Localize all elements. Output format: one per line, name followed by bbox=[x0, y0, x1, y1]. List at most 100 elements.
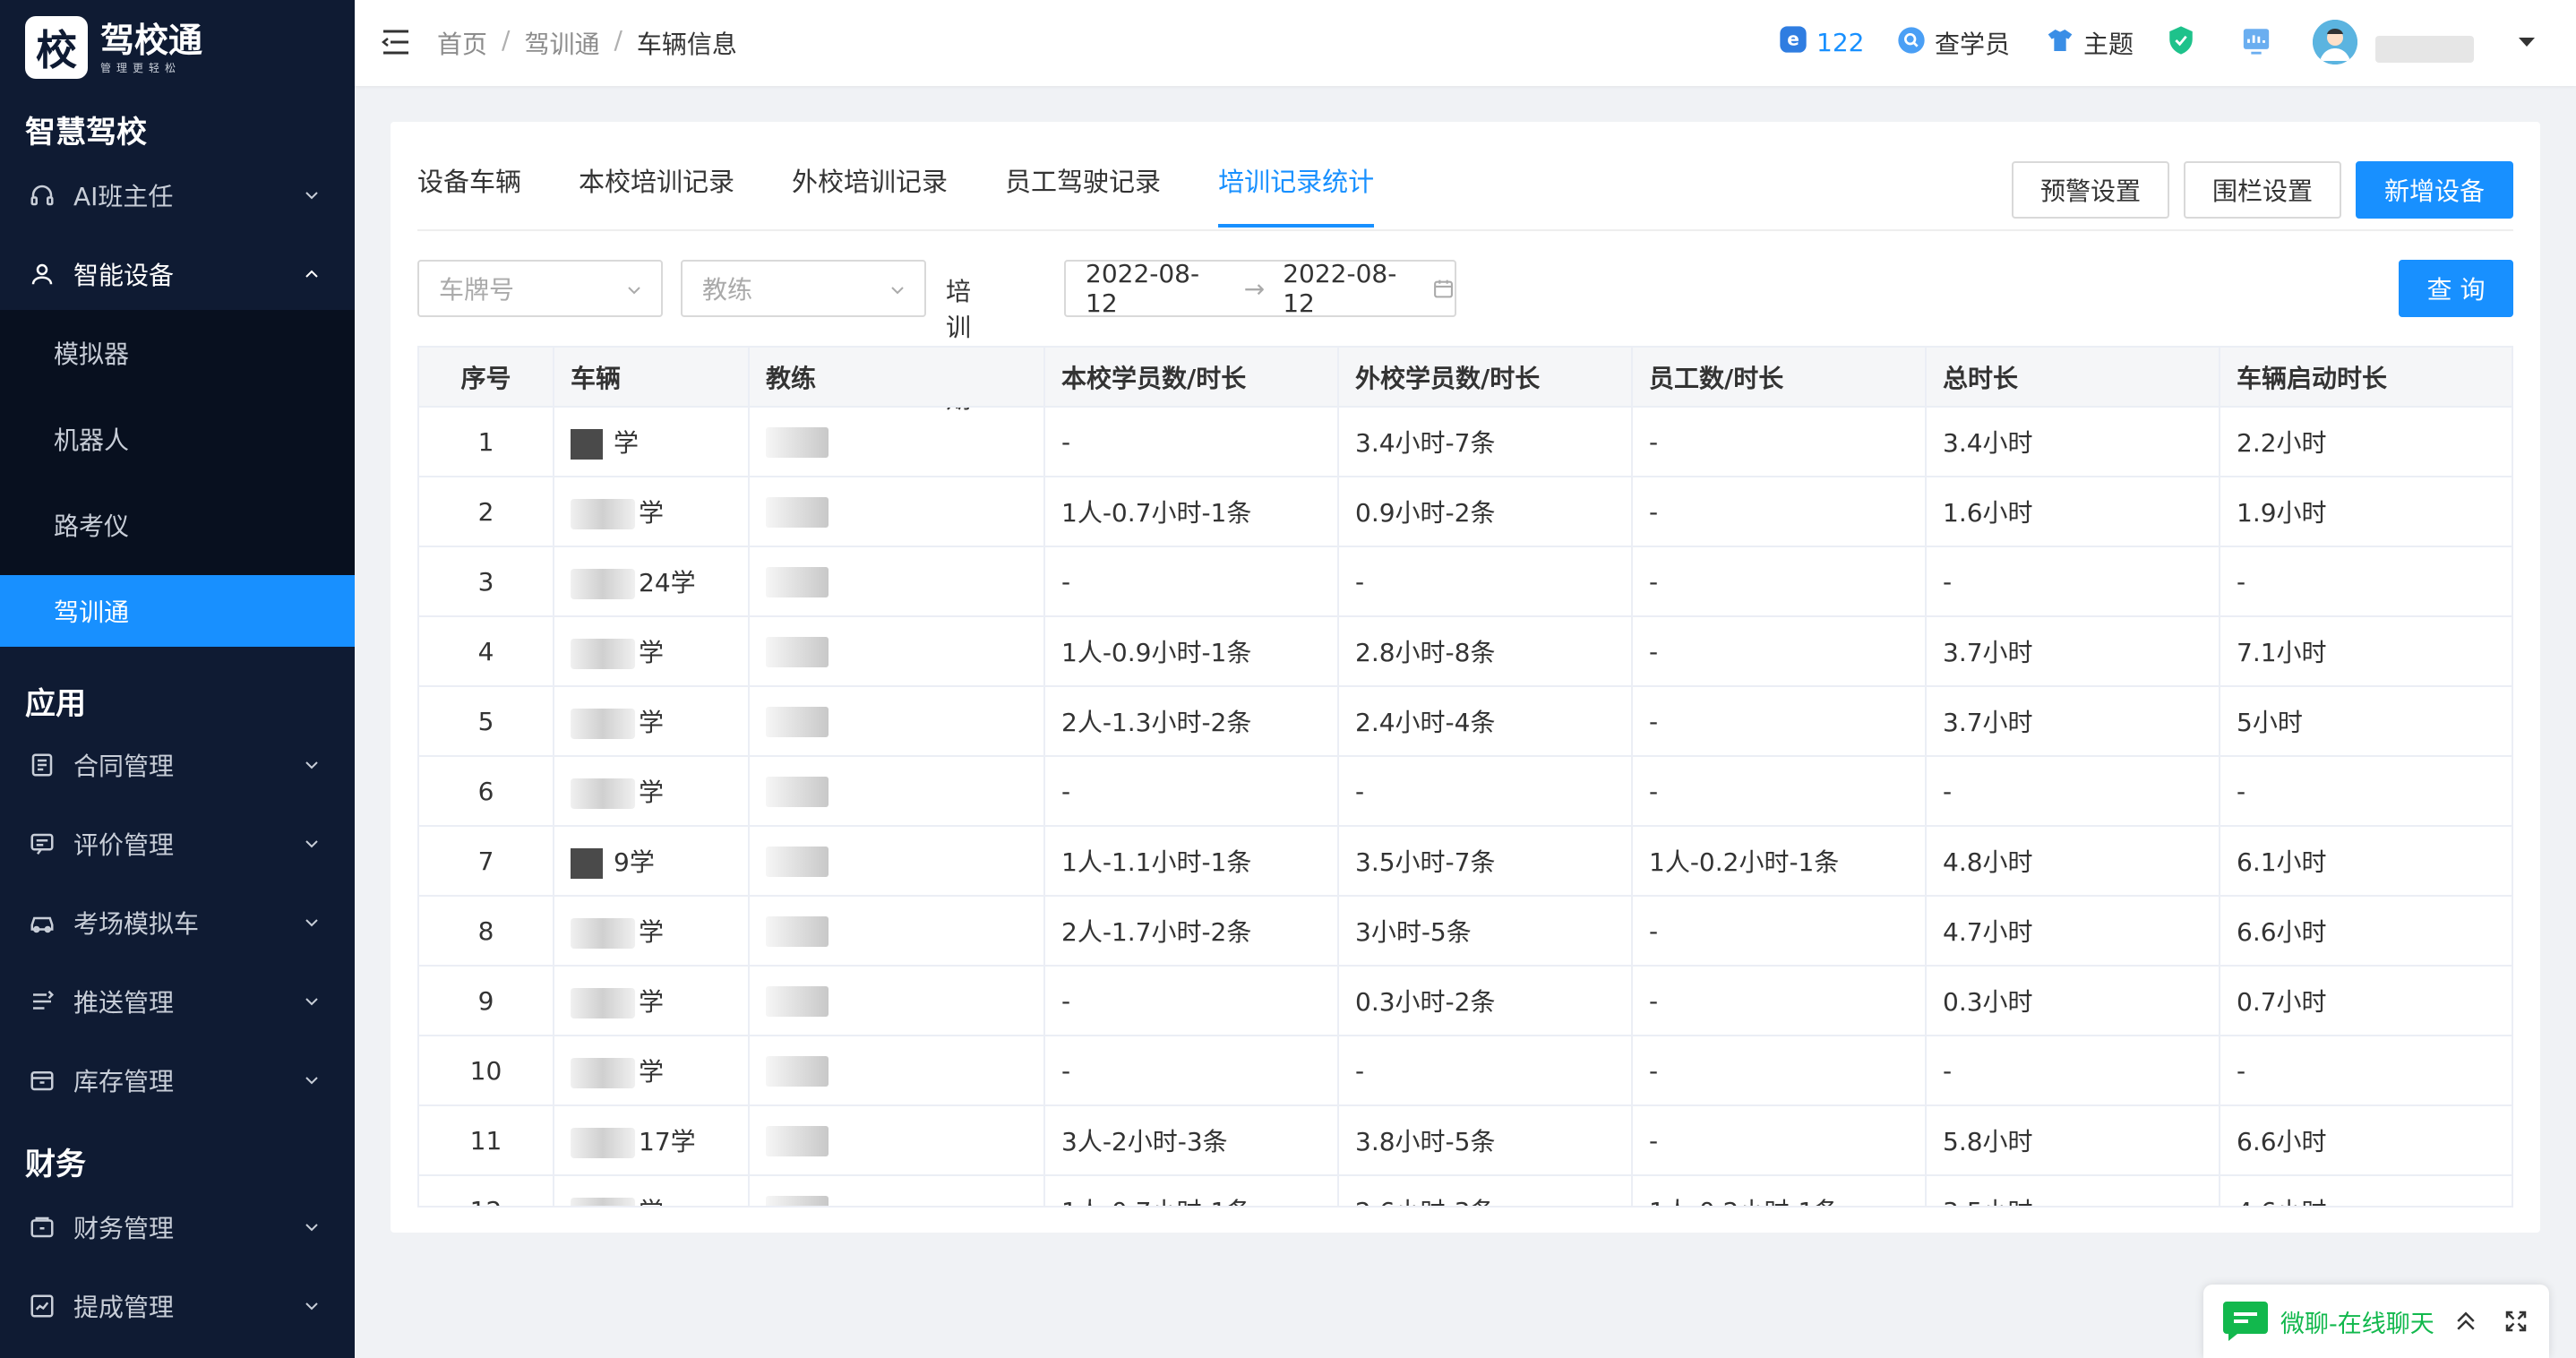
cell-total-duration: 3.4小时 bbox=[1926, 407, 2220, 477]
tab-staff-driving[interactable]: 员工驾驶记录 bbox=[1005, 161, 1161, 228]
table-row[interactable]: 12 学 1人-0.7小时-1条2.6小时-3条1人-0.2小时-1条3.5小时4.… bbox=[419, 1175, 2512, 1206]
table-row[interactable]: 10 学 - - - - - bbox=[419, 1036, 2512, 1106]
row-index: 2 bbox=[419, 477, 554, 547]
menu-label: 提成管理 bbox=[73, 1293, 175, 1322]
header-search-student[interactable]: 查学员 bbox=[1897, 25, 2010, 61]
chevron-down-icon bbox=[305, 919, 318, 927]
tab-training-stats[interactable]: 培训记录统计 bbox=[1218, 161, 1375, 228]
cell-start-duration: - bbox=[2220, 756, 2512, 827]
cell-start-duration: 2.2小时 bbox=[2220, 407, 2512, 477]
expand-icon[interactable] bbox=[2503, 1308, 2529, 1335]
submenu-simulator[interactable]: 模拟器 bbox=[0, 317, 355, 389]
caret-down-icon[interactable] bbox=[2517, 36, 2537, 48]
submenu-robot[interactable]: 机器人 bbox=[0, 403, 355, 475]
vehicle-suffix: 24学 bbox=[639, 568, 696, 597]
blurred-plate bbox=[571, 709, 635, 739]
menu-exam-car[interactable]: 考场模拟车 bbox=[0, 887, 355, 958]
tab-device-vehicle[interactable]: 设备车辆 bbox=[417, 161, 521, 228]
cell-start-duration: 1.9小时 bbox=[2220, 477, 2512, 547]
menu-fold-icon[interactable] bbox=[382, 29, 410, 56]
main-panel: 设备车辆 本校培训记录 外校培训记录 员工驾驶记录 培训记录统计 预警设置 围栏… bbox=[391, 122, 2540, 1233]
table-row[interactable]: 9 学 -0.3小时-2条 -0.3小时 0.7小时 bbox=[419, 966, 2512, 1036]
cell-staff: - bbox=[1632, 477, 1927, 547]
query-button[interactable]: 查 询 bbox=[2399, 260, 2513, 317]
chevron-up-icon[interactable] bbox=[2452, 1308, 2479, 1335]
menu-ai-headteacher[interactable]: AI班主任 bbox=[0, 159, 355, 231]
cell-vehicle: 24学 bbox=[554, 546, 750, 617]
table-row[interactable]: 6学----- bbox=[419, 756, 2512, 827]
chevron-down-icon bbox=[305, 1302, 318, 1311]
calendar-icon bbox=[1434, 279, 1453, 298]
table-row[interactable]: 8 学 2人-1.7小时-2条 3小时-5条 -4.7小时 6.6小时 bbox=[419, 896, 2512, 967]
coach-select[interactable]: 教练 bbox=[681, 260, 926, 317]
row-index: 9 bbox=[419, 966, 554, 1036]
breadcrumb: 首页 / 驾训通 / 车辆信息 bbox=[437, 25, 737, 61]
table-row[interactable]: 2 学 1人-0.7小时-1条 0.9小时-2条 -1.6小时 1.9小时 bbox=[419, 477, 2512, 547]
header-122[interactable]: e 122 bbox=[1779, 25, 1864, 60]
menu-finance[interactable]: 财务管理 bbox=[0, 1191, 355, 1263]
header-theme[interactable]: 主题 bbox=[2046, 25, 2134, 61]
avatar[interactable] bbox=[2313, 20, 2357, 64]
table-row[interactable]: 4 学 1人-0.9小时-1条 2.8小时-8条 -3.7小时 7.1小时 bbox=[419, 616, 2512, 687]
tab-external-training[interactable]: 外校培训记录 bbox=[792, 161, 948, 228]
tab-own-training[interactable]: 本校培训记录 bbox=[579, 161, 734, 228]
cell-staff: - bbox=[1632, 756, 1927, 827]
submenu-jiaxuntong[interactable]: 驾训通 bbox=[0, 575, 355, 647]
menu-push[interactable]: 推送管理 bbox=[0, 966, 355, 1037]
table-row[interactable]: 1 学 -3.4小时-7条 -3.4小时 2.2小时 bbox=[419, 407, 2512, 477]
row-index: 1 bbox=[419, 407, 554, 477]
blurred-coach-name bbox=[766, 1055, 829, 1087]
table-row[interactable]: 3 24学 - - - - - bbox=[419, 546, 2512, 617]
menu-stock[interactable]: 库存管理 bbox=[0, 1044, 355, 1116]
fence-settings-button[interactable]: 围栏设置 bbox=[2184, 161, 2341, 219]
warning-settings-button[interactable]: 预警设置 bbox=[2012, 161, 2169, 219]
date-range-picker[interactable]: 2022-08-12 → 2022-08-12 bbox=[1064, 259, 1456, 318]
blurred-plate bbox=[571, 1058, 635, 1088]
menu-smart-device[interactable]: 智能设备 bbox=[0, 238, 355, 310]
row-index: 11 bbox=[419, 1105, 554, 1176]
breadcrumb-home[interactable]: 首页 bbox=[437, 25, 487, 61]
cell-total-duration: 0.3小时 bbox=[1926, 966, 2220, 1036]
cell-external-students: 2.4小时-4条 bbox=[1338, 686, 1633, 757]
menu-review[interactable]: 评价管理 bbox=[0, 808, 355, 880]
blurred-plate bbox=[571, 1198, 635, 1206]
column-header: 教练 bbox=[749, 348, 1045, 408]
chevron-down-icon bbox=[628, 287, 640, 295]
table-row[interactable]: 7 9学 1人-1.1小时-1条 3.5小时-7条 1人-0.2小时-1条 4.8小时 6.… bbox=[419, 826, 2512, 897]
contract-icon bbox=[27, 750, 57, 780]
cell-start-duration: 4.6小时 bbox=[2220, 1175, 2512, 1206]
table-row[interactable]: 5 学 2人-1.3小时-2条 2.4小时-4条 -3.7小时 5小时 bbox=[419, 686, 2512, 757]
cell-staff: - bbox=[1632, 407, 1927, 477]
menu-contract[interactable]: 合同管理 bbox=[0, 729, 355, 801]
chat-widget[interactable]: 微聊-在线聊天 bbox=[2203, 1285, 2549, 1358]
vehicle-suffix: 学 bbox=[614, 428, 640, 458]
blurred-plate bbox=[571, 988, 635, 1018]
menu-label: 评价管理 bbox=[73, 830, 175, 860]
cell-external-students: - bbox=[1338, 1036, 1633, 1106]
menu-label: 考场模拟车 bbox=[73, 909, 200, 939]
date-start[interactable]: 2022-08-12 bbox=[1086, 259, 1226, 318]
table-row[interactable]: 11 17学 3人-2小时-3条 3.8小时-5条 -5.8小时 6.6小时 bbox=[419, 1105, 2512, 1176]
dashboard-icon[interactable] bbox=[2241, 25, 2271, 56]
vehicle-suffix: 9学 bbox=[614, 847, 655, 877]
cell-staff: - bbox=[1632, 616, 1927, 687]
blurred-coach-name bbox=[766, 566, 829, 597]
cell-vehicle: 学 bbox=[554, 477, 750, 547]
logo[interactable]: 校 驾校通 管理更轻松 bbox=[25, 16, 202, 79]
cell-coach bbox=[749, 546, 1045, 617]
add-device-button[interactable]: 新增设备 bbox=[2356, 161, 2513, 219]
cell-own-students: - bbox=[1044, 546, 1339, 617]
breadcrumb-jiaxuntong[interactable]: 驾训通 bbox=[524, 25, 599, 61]
submenu-road-test[interactable]: 路考仪 bbox=[0, 489, 355, 561]
cell-coach bbox=[749, 477, 1045, 547]
plate-select[interactable]: 车牌号 bbox=[417, 260, 663, 317]
menu-commission[interactable]: 提成管理 bbox=[0, 1270, 355, 1342]
column-header: 总时长 bbox=[1926, 348, 2220, 408]
blurred-plate bbox=[571, 499, 635, 529]
cell-total-duration: 1.6小时 bbox=[1926, 477, 2220, 547]
date-end[interactable]: 2022-08-12 bbox=[1283, 259, 1423, 318]
cell-external-students: - bbox=[1338, 756, 1633, 827]
logo-mark: 校 bbox=[25, 16, 88, 79]
chevron-down-icon bbox=[305, 1077, 318, 1085]
shield-icon[interactable] bbox=[2166, 25, 2196, 56]
